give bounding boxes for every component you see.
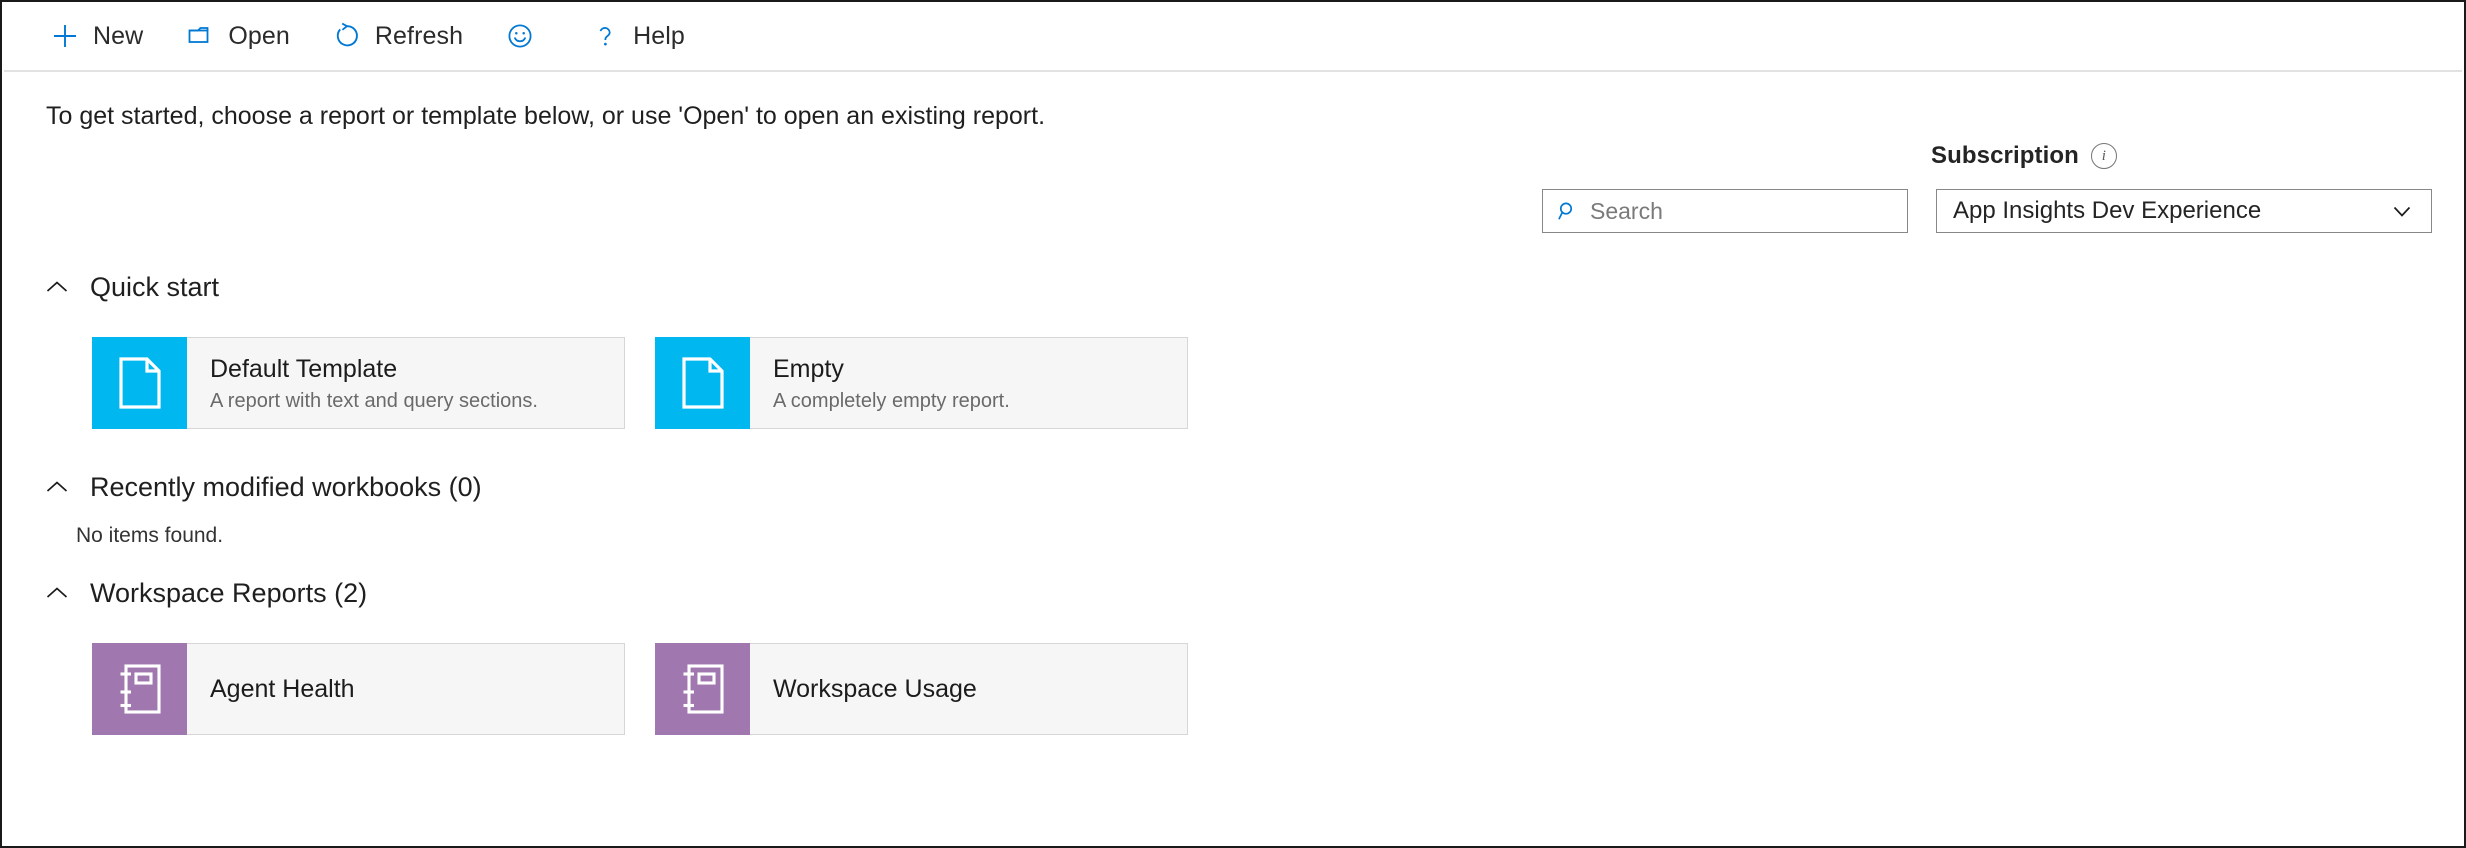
workbook-icon xyxy=(678,662,728,716)
document-page-icon xyxy=(117,356,163,410)
card-subtitle: A completely empty report. xyxy=(773,390,1187,413)
refresh-button[interactable]: Refresh xyxy=(320,13,481,59)
card-subtitle: A report with text and query sections. xyxy=(210,390,624,413)
help-button[interactable]: Help xyxy=(578,13,703,59)
card-tile xyxy=(655,337,750,429)
section-workspace-reports: Workspace Reports (2) Agent Health xyxy=(46,576,1188,735)
section-recently-modified-workbooks: Recently modified workbooks (0) No items… xyxy=(46,470,482,548)
card-agent-health[interactable]: Agent Health xyxy=(92,643,625,735)
new-button[interactable]: New xyxy=(38,13,161,59)
card-body: Empty A completely empty report. xyxy=(750,338,1187,428)
subscription-label: Subscription xyxy=(1931,142,2079,170)
card-default-template[interactable]: Default Template A report with text and … xyxy=(92,337,625,429)
info-icon[interactable]: i xyxy=(2091,143,2117,169)
card-row-quick-start: Default Template A report with text and … xyxy=(92,337,1188,429)
new-button-label: New xyxy=(93,22,143,51)
refresh-icon xyxy=(332,21,362,51)
card-title: Empty xyxy=(773,354,1187,384)
subscription-label-row: Subscription i xyxy=(1931,142,2117,170)
card-title: Agent Health xyxy=(210,674,624,704)
card-tile xyxy=(655,643,750,735)
chevron-up-icon xyxy=(46,280,68,294)
feedback-button[interactable] xyxy=(493,13,566,59)
card-title: Workspace Usage xyxy=(773,674,1187,704)
section-title: Quick start xyxy=(90,272,219,303)
card-tile xyxy=(92,337,187,429)
card-tile xyxy=(92,643,187,735)
workbooks-gallery-page: New Open Refresh xyxy=(0,0,2466,848)
search-icon xyxy=(1556,199,1580,223)
card-title: Default Template xyxy=(210,354,624,384)
section-quick-start: Quick start Default Template A report wi… xyxy=(46,270,1188,429)
plus-icon xyxy=(50,21,80,51)
card-row-workspace-reports: Agent Health Workspace Usage xyxy=(92,643,1188,735)
folder-open-icon xyxy=(185,21,215,51)
document-page-icon xyxy=(680,356,726,410)
intro-text: To get started, choose a report or templ… xyxy=(46,102,1045,131)
filters-area: Subscription i App Insights Dev Experien… xyxy=(1542,142,2432,242)
open-button[interactable]: Open xyxy=(173,13,308,59)
question-mark-icon xyxy=(590,21,620,51)
section-title: Recently modified workbooks (0) xyxy=(90,472,482,503)
workbook-icon xyxy=(115,662,165,716)
section-header-quick-start[interactable]: Quick start xyxy=(46,270,1188,304)
subscription-dropdown-value: App Insights Dev Experience xyxy=(1953,197,2261,225)
chevron-up-icon xyxy=(46,586,68,600)
card-body: Workspace Usage xyxy=(750,644,1187,734)
search-input[interactable] xyxy=(1590,198,1870,225)
section-header-workspace-reports[interactable]: Workspace Reports (2) xyxy=(46,576,1188,610)
subscription-dropdown[interactable]: App Insights Dev Experience xyxy=(1936,189,2432,233)
section-header-recently-modified[interactable]: Recently modified workbooks (0) xyxy=(46,470,482,504)
section-title: Workspace Reports (2) xyxy=(90,578,367,609)
chevron-down-icon xyxy=(2389,198,2415,224)
help-button-label: Help xyxy=(633,22,685,51)
command-bar: New Open Refresh xyxy=(2,2,2464,70)
command-bar-divider xyxy=(4,70,2462,72)
search-box[interactable] xyxy=(1542,189,1908,233)
chevron-up-icon xyxy=(46,480,68,494)
card-workspace-usage[interactable]: Workspace Usage xyxy=(655,643,1188,735)
card-empty[interactable]: Empty A completely empty report. xyxy=(655,337,1188,429)
feedback-smiley-icon xyxy=(505,21,535,51)
card-body: Agent Health xyxy=(187,644,624,734)
refresh-button-label: Refresh xyxy=(375,22,463,51)
card-body: Default Template A report with text and … xyxy=(187,338,624,428)
open-button-label: Open xyxy=(228,22,290,51)
empty-state-message: No items found. xyxy=(76,524,482,548)
